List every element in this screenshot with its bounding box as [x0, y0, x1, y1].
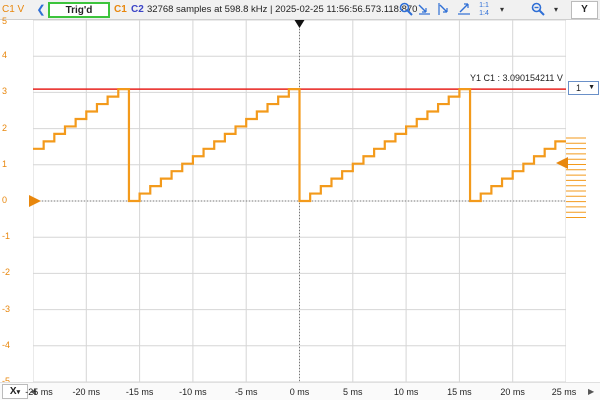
zoom-xy-icon[interactable]: [456, 2, 472, 18]
zoom-icon[interactable]: [398, 2, 414, 18]
cursor-channel-value: 1: [576, 83, 582, 93]
x-tick-label: -5 ms: [234, 387, 258, 397]
ratio-icon[interactable]: 1:1 1:4: [476, 2, 492, 18]
y-tick-label: 2: [2, 122, 8, 133]
y-axis-select[interactable]: Y: [571, 1, 598, 19]
x-tick-label: 10 ms: [393, 387, 419, 397]
zoom-out-icon[interactable]: [530, 2, 546, 18]
chevron-left-icon[interactable]: ❮: [35, 0, 47, 20]
scroll-right-icon[interactable]: ▶: [588, 384, 597, 399]
cursor-channel-select[interactable]: 1 ▼: [568, 81, 599, 95]
y-tick-label: 1: [2, 158, 8, 169]
channel1-toggle[interactable]: C1: [114, 0, 127, 20]
trigger-level-marker[interactable]: [556, 156, 568, 169]
trigger-status-badge[interactable]: Trig'd: [48, 2, 110, 18]
cursor-y1-label: Y1 C1 : 3.090154211 V: [470, 73, 563, 83]
x-axis-select-value: X: [9, 386, 17, 397]
y-tick-label: -3: [2, 303, 11, 314]
y-tick-label: -2: [2, 267, 11, 278]
y-tick-label: 3: [2, 86, 8, 97]
y-tick-label: 4: [2, 50, 8, 61]
chevron-down-icon: ▼: [588, 84, 595, 91]
zoom-y-icon[interactable]: [436, 2, 452, 18]
zoom-settings-icon[interactable]: ▾: [548, 2, 564, 18]
channel2-toggle[interactable]: C2: [131, 0, 144, 20]
dropdown-caret-icon[interactable]: ▾: [494, 2, 510, 18]
x-tick-label: -15 ms: [125, 387, 154, 397]
x-tick-label: 0 ms: [289, 387, 310, 397]
y-tick-label: 0: [2, 195, 8, 205]
y-tick-label: 5: [2, 16, 8, 26]
channel1-offset-marker[interactable]: [29, 195, 43, 207]
x-tick-label: -20 ms: [72, 387, 101, 397]
x-tick-label: -10 ms: [179, 387, 207, 397]
y-tick-label: -4: [2, 339, 11, 350]
acquisition-info: 32768 samples at 598.8 kHz | 2025-02-25 …: [147, 4, 418, 15]
channel1-trace: [33, 88, 566, 203]
zoom-x-icon[interactable]: [416, 2, 432, 18]
x-tick-label: 15 ms: [447, 387, 472, 397]
y-tick-label: -1: [2, 231, 11, 242]
trigger-position-marker: [294, 20, 305, 28]
toolbar: C1 V ❮ Trig'd C1 C2 32768 samples at 598…: [0, 0, 600, 20]
x-tick-label: 20 ms: [500, 387, 525, 397]
overflow-indicator: [566, 137, 586, 218]
x-tick-label: -25 ms: [25, 387, 53, 397]
x-tick-label: 25 ms: [551, 387, 577, 397]
x-tick-label: 5 ms: [343, 387, 363, 397]
